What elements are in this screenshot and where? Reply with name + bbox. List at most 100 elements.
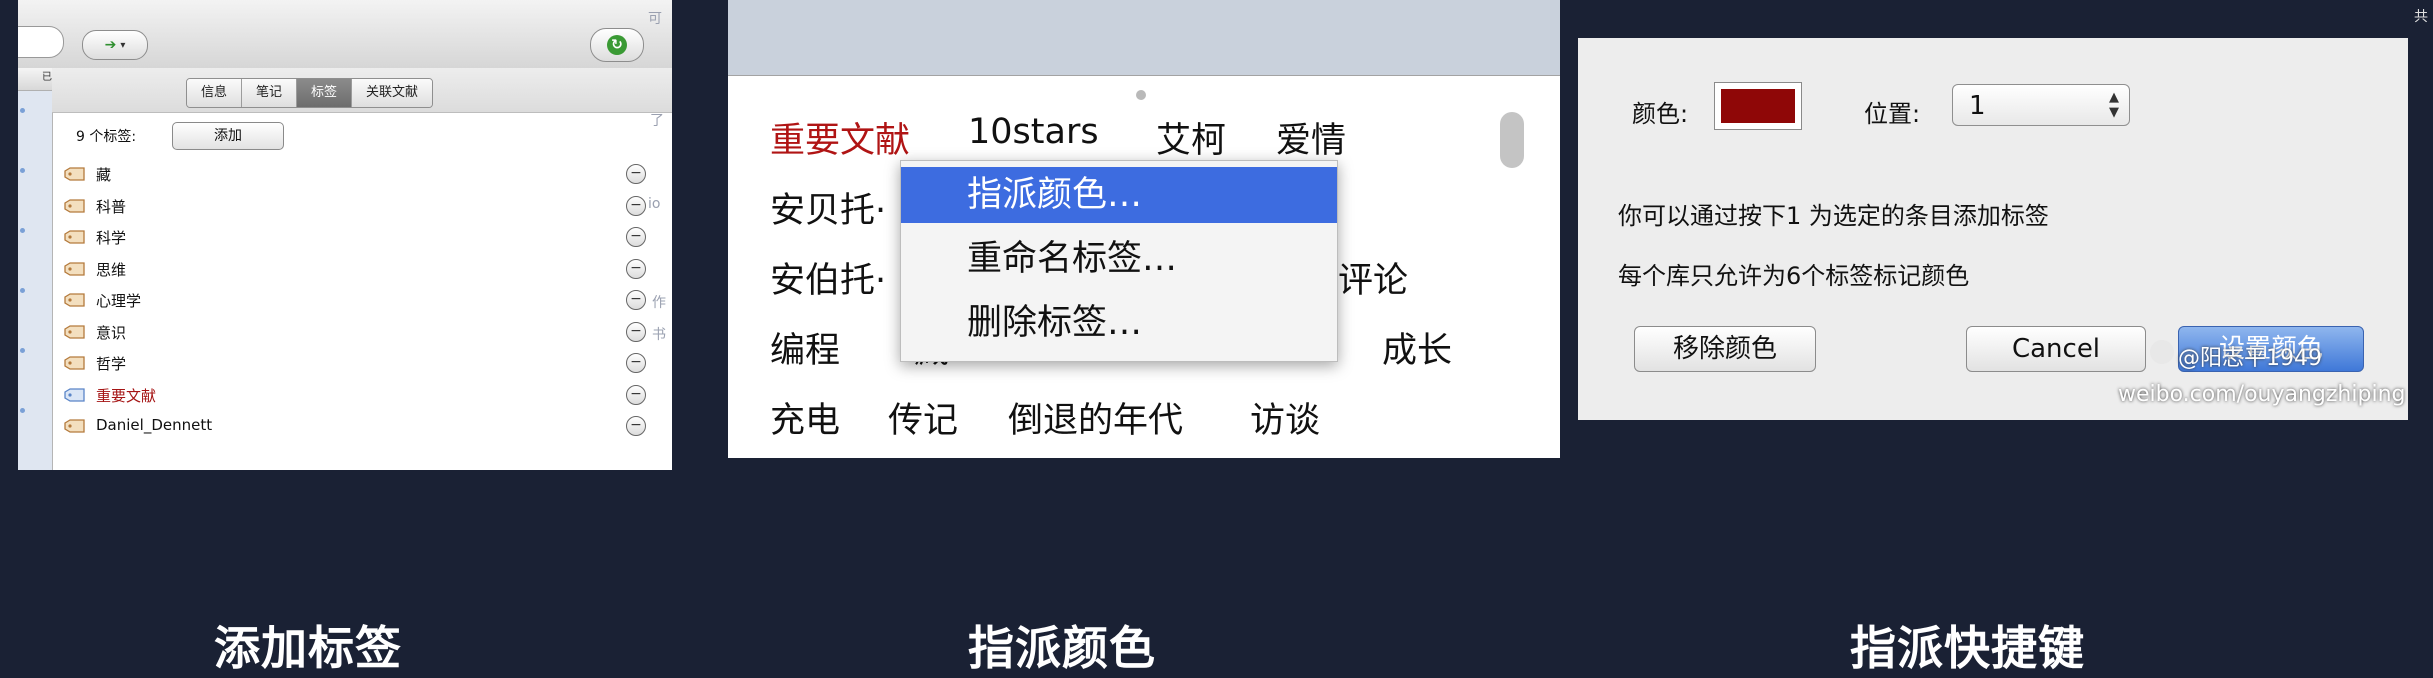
sidebar-marker [20, 168, 25, 173]
tag-row[interactable]: 意识 − [64, 318, 654, 346]
position-label: 位置: [1864, 100, 1921, 128]
tag-icon [64, 166, 86, 181]
tag-icon [64, 387, 86, 402]
forward-arrow-icon: ➔ [104, 37, 117, 53]
minus-circle-icon[interactable]: − [626, 258, 646, 279]
minus-circle-icon[interactable]: − [626, 353, 646, 373]
sidebar-header: 已 [18, 68, 52, 91]
tag-cloud-item[interactable]: 爱情 [1276, 112, 1346, 163]
stepper-arrows-icon: ▲ ▼ [2109, 90, 2119, 120]
tab-info[interactable]: 信息 [187, 79, 243, 107]
menu-item-assign-color[interactable]: 指派颜色… [901, 167, 1337, 223]
shortcut-info-text: 你可以通过按下1 为选定的条目添加标签 [1618, 202, 2049, 230]
tag-icon [64, 229, 86, 244]
background-text: 作 [652, 295, 666, 311]
menu-item-rename-tag[interactable]: 重命名标签… [901, 231, 1337, 287]
tag-label[interactable]: Daniel_Dennett [96, 416, 212, 434]
tag-row[interactable]: 思维 − [64, 255, 654, 283]
tag-context-menu: 指派颜色… 重命名标签… 删除标签… [900, 160, 1338, 362]
search-field[interactable] [18, 26, 64, 58]
tag-cloud-window: 重要文献 10stars 艾柯 爱情 安贝托· 安伯托· 巴黎评论 编程 藏 成… [728, 0, 1560, 458]
tag-icon [64, 355, 86, 370]
sidebar-marker [20, 348, 25, 353]
background-text: 可 [648, 11, 662, 27]
tag-label[interactable]: 藏 [96, 164, 111, 185]
tab-related[interactable]: 关联文献 [352, 79, 433, 107]
tag-cloud-item[interactable]: 倒退的年代 [1008, 392, 1183, 443]
tag-label[interactable]: 科学 [96, 227, 126, 248]
tag-cloud-item[interactable]: 重要文献 [770, 112, 910, 163]
minus-circle-icon[interactable]: − [626, 290, 646, 310]
watermark-handle: @阳志平1949 [2178, 346, 2322, 371]
forward-button[interactable]: ➔ ▾ [82, 30, 148, 60]
watermark-url: weibo.com/ouyangzhiping [2118, 382, 2406, 407]
sync-icon: ↻ [607, 35, 627, 55]
tag-cloud-item[interactable]: 访谈 [1250, 392, 1320, 443]
chevron-down-icon: ▾ [120, 39, 126, 51]
splitter-handle[interactable] [1136, 90, 1146, 100]
scrollbar-thumb[interactable] [1500, 112, 1524, 168]
background-text: 共 [2414, 9, 2428, 25]
sidebar-marker [20, 408, 25, 413]
caption-add-tag: 添加标签 [214, 621, 402, 675]
tag-label[interactable]: 科普 [96, 196, 126, 217]
tab-tags[interactable]: 标签 [297, 79, 353, 107]
background-text: io [648, 196, 661, 212]
tag-cloud-item[interactable]: 安贝托· [770, 182, 886, 233]
position-value: 1 [1969, 91, 1986, 121]
tag-row[interactable]: 心理学 − [64, 286, 654, 314]
minus-circle-icon[interactable]: − [626, 384, 646, 405]
tag-label[interactable]: 思维 [96, 259, 126, 280]
tag-row[interactable]: 重要文献 − [64, 381, 654, 409]
tag-label[interactable]: 哲学 [96, 353, 126, 374]
tag-label[interactable]: 重要文献 [96, 385, 156, 406]
tag-icon [64, 324, 86, 339]
tag-cloud-item[interactable]: 安伯托· [770, 252, 886, 303]
tag-row[interactable]: 哲学 − [64, 349, 654, 377]
background-text: 了 [650, 113, 664, 129]
cancel-button[interactable]: Cancel [1966, 326, 2146, 372]
tag-count-label: 9 个标签: [76, 129, 137, 145]
minus-circle-icon[interactable]: − [626, 164, 646, 184]
tag-cloud-item[interactable]: 艾柯 [1156, 112, 1226, 163]
tag-row[interactable]: 科普 − [64, 192, 654, 220]
menu-item-delete-tag[interactable]: 删除标签… [901, 295, 1337, 351]
collections-sidebar[interactable]: 已 [18, 68, 53, 470]
tag-cloud-item[interactable]: 成长 [1382, 322, 1452, 373]
color-swatch [1721, 89, 1795, 123]
minus-circle-icon[interactable]: − [626, 195, 646, 216]
tag-panel-window: ➔ ▾ ↻ 已 信息 笔记 标签 关联文献 9 个标签: 添加 藏 − 科普 − 科学 −… [18, 0, 672, 470]
window-top-area [728, 0, 1560, 76]
remove-color-button[interactable]: 移除颜色 [1634, 326, 1816, 372]
caption-assign-color: 指派颜色 [968, 621, 1156, 675]
tag-icon [64, 292, 86, 307]
tab-notes[interactable]: 笔记 [242, 79, 298, 107]
tag-row[interactable]: 科学 − [64, 223, 654, 251]
sidebar-marker [20, 288, 25, 293]
color-well[interactable] [1714, 82, 1802, 130]
minus-circle-icon[interactable]: − [626, 321, 646, 342]
background-text: 书 [652, 327, 666, 343]
caption-assign-shortcut: 指派快捷键 [1850, 621, 2085, 675]
tag-cloud-item[interactable]: 10stars [968, 112, 1099, 152]
add-tag-button[interactable]: 添加 [172, 122, 284, 150]
item-pane-tabs: 信息 笔记 标签 关联文献 [186, 78, 434, 108]
tag-icon [64, 261, 86, 276]
tag-cloud-item[interactable]: 传记 [888, 392, 958, 443]
tag-label[interactable]: 心理学 [96, 290, 141, 311]
tag-label[interactable]: 意识 [96, 322, 126, 343]
tag-row[interactable]: Daniel_Dennett − [64, 412, 654, 440]
sync-button[interactable]: ↻ [590, 28, 644, 62]
sidebar-marker [20, 108, 25, 113]
minus-circle-icon[interactable]: − [626, 416, 646, 436]
tag-icon [64, 418, 86, 433]
tag-icon [64, 198, 86, 213]
sidebar-marker [20, 228, 25, 233]
tag-row[interactable]: 藏 − [64, 160, 654, 188]
tag-cloud-item[interactable]: 编程 [770, 322, 840, 373]
minus-circle-icon[interactable]: − [626, 227, 646, 247]
tag-cloud-item[interactable]: 充电 [770, 392, 840, 443]
weibo-logo-icon [2150, 340, 2174, 364]
position-select[interactable]: 1 ▲ ▼ [1952, 84, 2130, 126]
color-label: 颜色: [1632, 100, 1689, 128]
